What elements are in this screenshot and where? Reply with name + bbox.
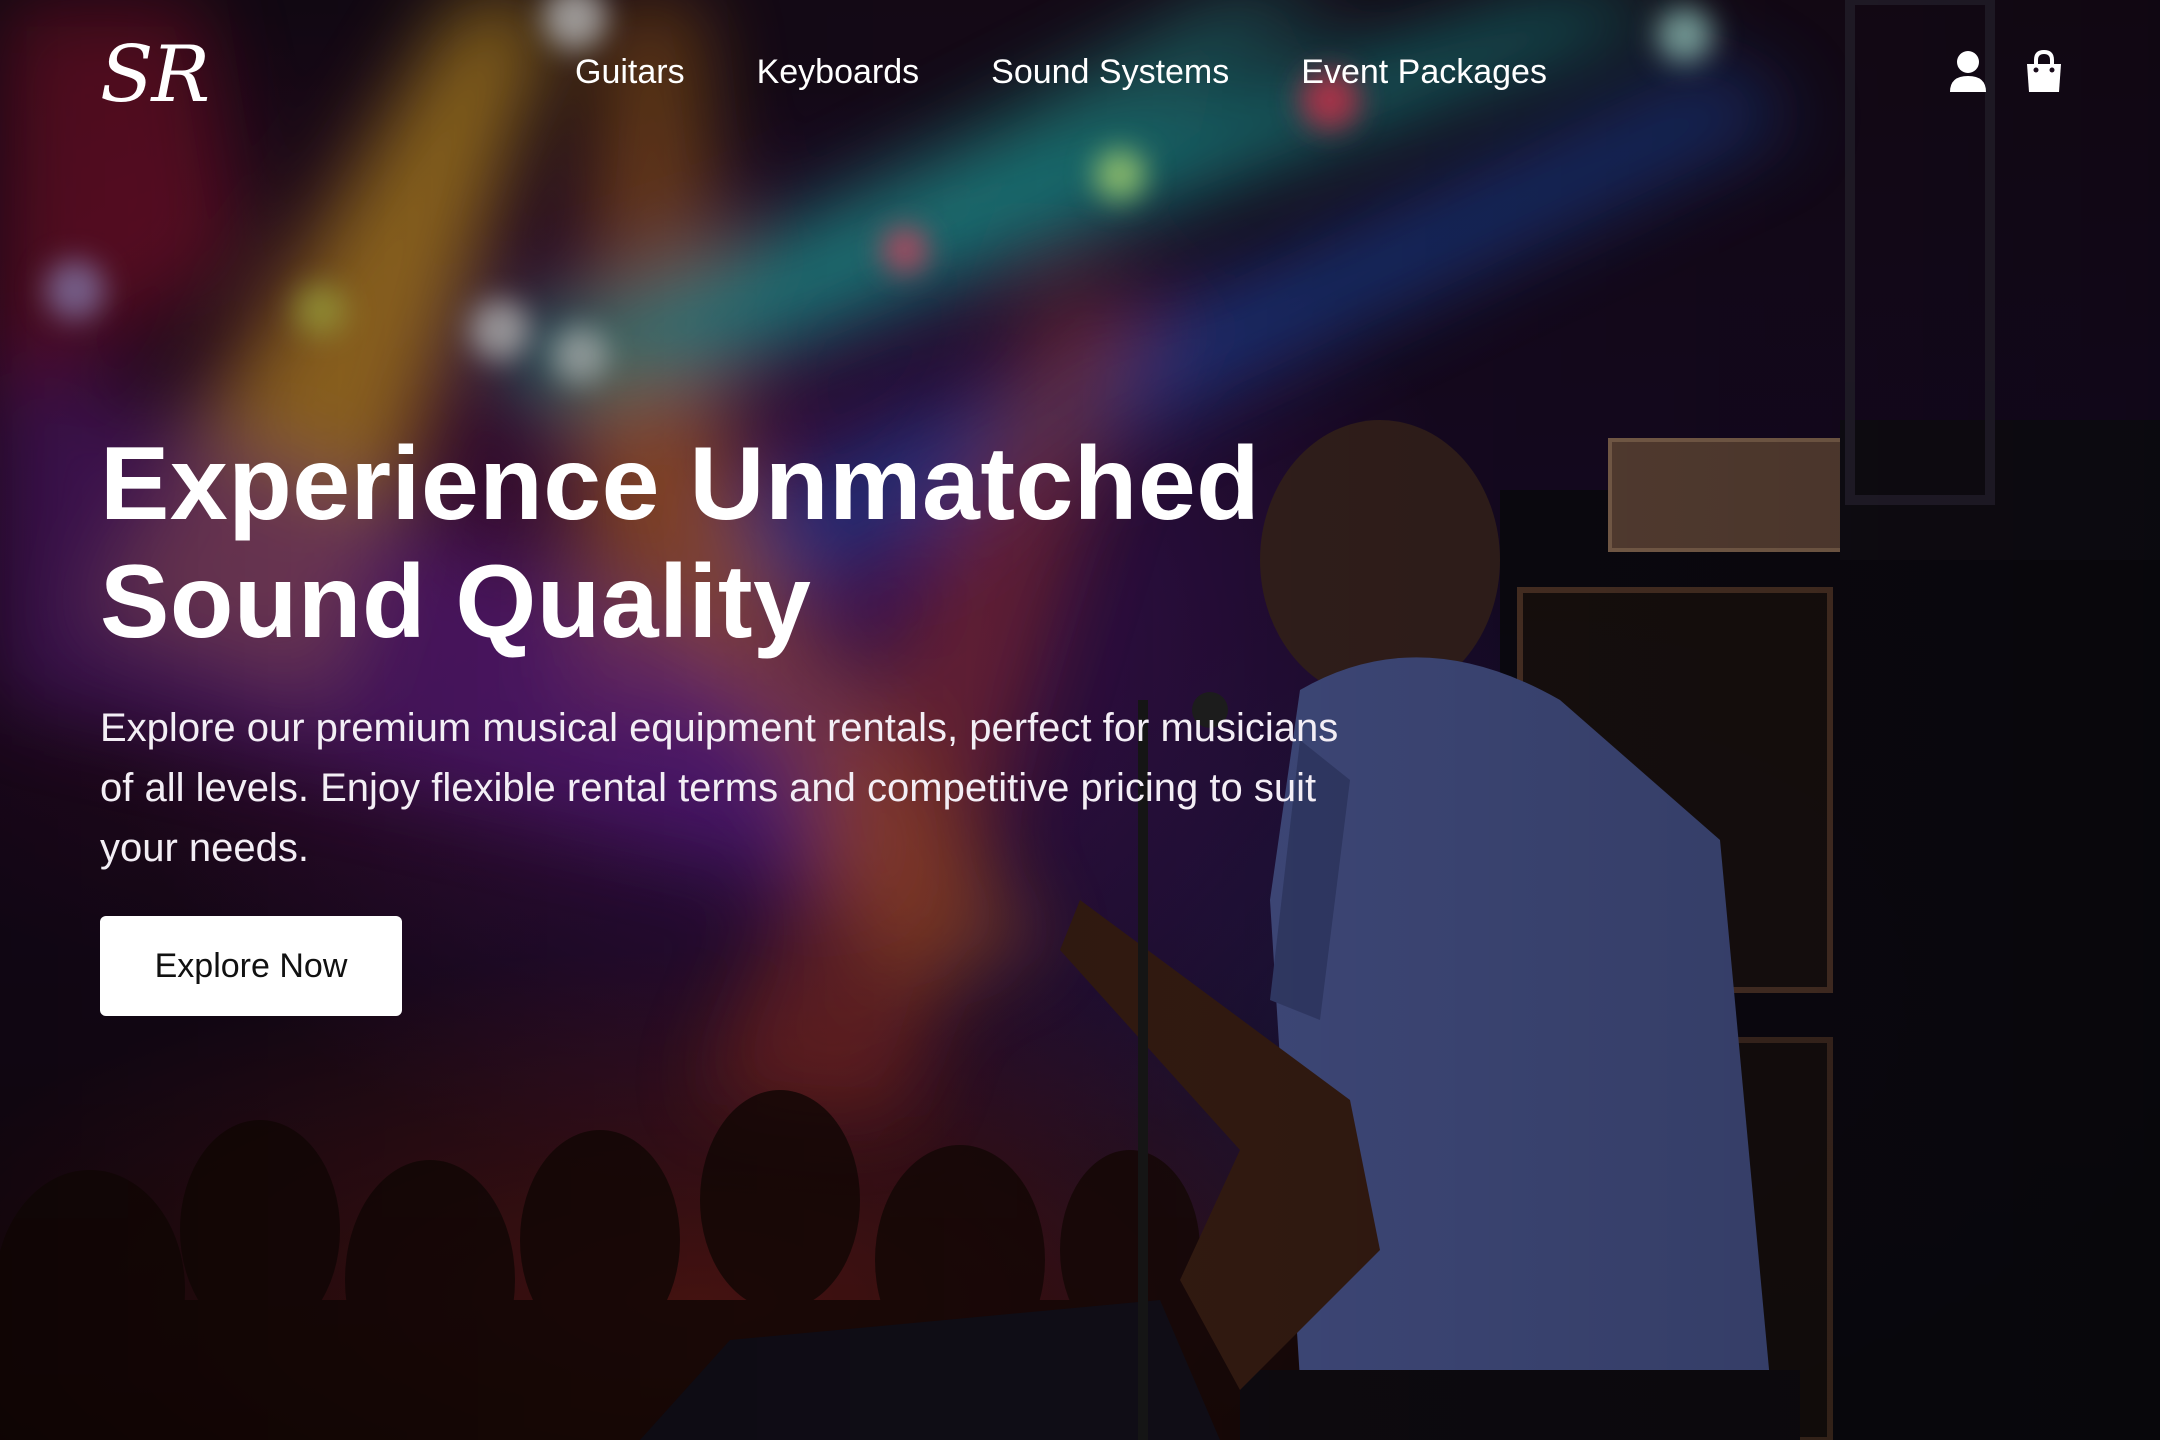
- nav-actions: [1948, 49, 2064, 94]
- shopping-bag-icon[interactable]: [2024, 49, 2064, 94]
- nav-link-event-packages[interactable]: Event Packages: [1301, 48, 1547, 96]
- top-navigation: SR Guitars Keyboards Sound Systems Event…: [0, 0, 2160, 150]
- hero-subtitle: Explore our premium musical equipment re…: [100, 706, 1339, 870]
- user-icon[interactable]: [1948, 50, 1988, 94]
- site-logo[interactable]: SR: [100, 30, 210, 120]
- landing-page: SR Guitars Keyboards Sound Systems Event…: [0, 0, 2160, 1440]
- explore-now-button[interactable]: Explore Now: [100, 916, 402, 1016]
- hero-title-line-1: Experience Unmatched: [100, 426, 1261, 542]
- nav-link-sound-systems[interactable]: Sound Systems: [991, 48, 1229, 96]
- main-menu: Guitars Keyboards Sound Systems Event Pa…: [575, 48, 1619, 96]
- nav-link-keyboards[interactable]: Keyboards: [757, 48, 920, 96]
- hero-title-line-2: Sound Quality: [100, 544, 812, 660]
- hero-title: Experience Unmatched Sound Quality: [100, 425, 1400, 661]
- nav-link-guitars[interactable]: Guitars: [575, 48, 685, 96]
